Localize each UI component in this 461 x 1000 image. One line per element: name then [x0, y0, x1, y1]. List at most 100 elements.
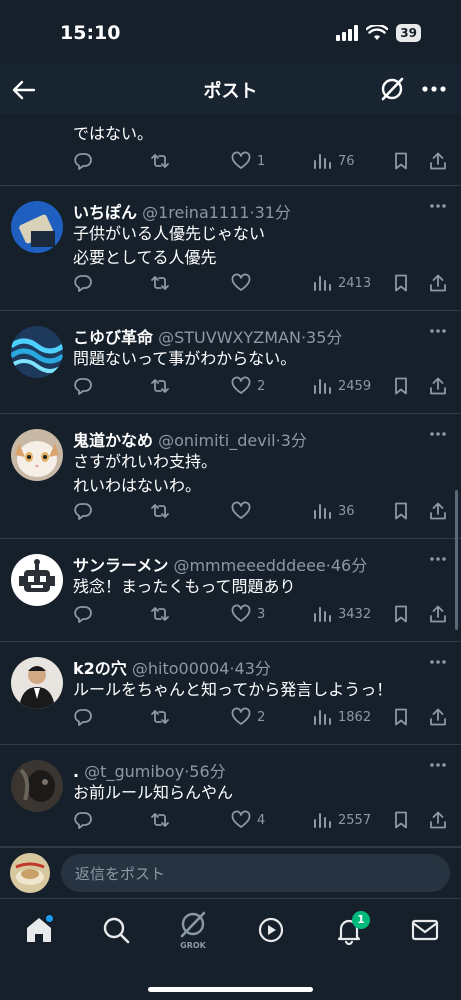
- repost-button[interactable]: [150, 149, 170, 173]
- avatar[interactable]: [11, 657, 63, 709]
- post-text-line: お前ルール知らんやん: [73, 783, 234, 802]
- bookmark-button[interactable]: [391, 808, 411, 832]
- avatar[interactable]: [11, 429, 63, 481]
- author-name[interactable]: k2の穴: [73, 659, 127, 678]
- like-button[interactable]: 4: [231, 808, 265, 832]
- author-name[interactable]: サンラーメン: [73, 556, 168, 575]
- bookmark-button[interactable]: [391, 705, 411, 729]
- more-icon[interactable]: [421, 78, 447, 100]
- like-button[interactable]: [231, 499, 257, 523]
- grok-icon[interactable]: [379, 76, 405, 102]
- author-name[interactable]: .: [73, 762, 79, 781]
- share-icon: [430, 377, 446, 395]
- search-icon[interactable]: [101, 915, 131, 945]
- reply-button[interactable]: [73, 271, 93, 295]
- views-button[interactable]: 36: [312, 499, 355, 523]
- reply-post[interactable]: 鬼道かなめ @onimiti_devil·3分 さすがれいわ支持。 れいわはないわ。…: [0, 414, 461, 539]
- views-button[interactable]: 1862: [312, 705, 371, 729]
- views-button[interactable]: 2459: [312, 374, 371, 398]
- author-handle[interactable]: @onimiti_devil: [158, 431, 275, 450]
- bookmark-button[interactable]: [391, 602, 411, 626]
- share-button[interactable]: [428, 602, 448, 626]
- repost-icon: [151, 813, 169, 827]
- reply-button[interactable]: [73, 499, 93, 523]
- reply-button[interactable]: [73, 602, 93, 626]
- reply-post[interactable]: k2の穴 @hito00004·43分 ルールをちゃんと知ってから発言しようっ！ 2…: [0, 642, 461, 745]
- repost-button[interactable]: [150, 705, 170, 729]
- author-name[interactable]: こゆび革命: [73, 328, 153, 347]
- views-button[interactable]: 76: [312, 149, 355, 173]
- more-icon[interactable]: [429, 556, 447, 562]
- views-button[interactable]: 3432: [312, 602, 371, 626]
- share-button[interactable]: [428, 499, 448, 523]
- reply-button[interactable]: [73, 149, 93, 173]
- repost-button[interactable]: [150, 374, 170, 398]
- views-icon: [314, 607, 331, 622]
- view-count: 76: [338, 153, 355, 169]
- like-button[interactable]: 3: [231, 602, 265, 626]
- share-button[interactable]: [428, 149, 448, 173]
- avatar[interactable]: [11, 760, 63, 812]
- grok-tab-icon[interactable]: [178, 909, 208, 939]
- share-button[interactable]: [428, 374, 448, 398]
- like-button[interactable]: 2: [231, 705, 265, 729]
- heart-icon: [231, 810, 251, 828]
- post-time: 56分: [189, 762, 226, 781]
- author-name[interactable]: いちぽん: [73, 203, 137, 222]
- author-handle[interactable]: @hito00004: [132, 659, 230, 678]
- post-actions: 4 2557: [73, 808, 461, 832]
- author-name[interactable]: 鬼道かなめ: [73, 431, 153, 450]
- share-button[interactable]: [428, 705, 448, 729]
- reply-button[interactable]: [73, 374, 93, 398]
- more-icon[interactable]: [429, 659, 447, 665]
- reply-post[interactable]: . @t_gumiboy·56分 お前ルール知らんやん 4 2557: [0, 745, 461, 848]
- reply-icon: [74, 812, 92, 829]
- reply-button[interactable]: [73, 705, 93, 729]
- mail-icon[interactable]: [410, 915, 440, 945]
- like-button[interactable]: [231, 271, 257, 295]
- partial-post[interactable]: ではない。 1 76: [0, 114, 461, 186]
- post-header: k2の穴 @hito00004·43分: [73, 655, 271, 679]
- reply-post[interactable]: サンラーメン @mmmeeedddeee·46分 残念！まったくもって問題あり 3 3…: [0, 539, 461, 642]
- video-icon[interactable]: [256, 915, 286, 945]
- view-count: 2413: [338, 275, 372, 291]
- reply-post[interactable]: いちぽん @1reina1111·31分 子供がいる人優先じゃない 必要としてる人優…: [0, 186, 461, 311]
- share-icon: [430, 811, 446, 829]
- repost-button[interactable]: [150, 499, 170, 523]
- post-time: 3分: [280, 431, 307, 450]
- bookmark-button[interactable]: [391, 499, 411, 523]
- post-text-line: 必要としてる人優先: [73, 248, 217, 267]
- like-button[interactable]: 1: [231, 149, 265, 173]
- avatar[interactable]: [11, 554, 63, 606]
- share-button[interactable]: [428, 808, 448, 832]
- views-button[interactable]: 2413: [312, 271, 371, 295]
- avatar[interactable]: [11, 201, 63, 253]
- post-text: ではない。: [73, 124, 154, 143]
- scrollbar[interactable]: [455, 490, 458, 630]
- tab-bar: GROK 1: [0, 898, 461, 1000]
- my-avatar: [10, 853, 50, 893]
- post-actions: 1 76: [73, 149, 461, 173]
- share-button[interactable]: [428, 271, 448, 295]
- bookmark-button[interactable]: [391, 271, 411, 295]
- reply-button[interactable]: [73, 808, 93, 832]
- bookmark-button[interactable]: [391, 149, 411, 173]
- more-icon[interactable]: [429, 762, 447, 768]
- author-handle[interactable]: @1reina1111: [142, 203, 249, 222]
- repost-button[interactable]: [150, 808, 170, 832]
- reply-post[interactable]: こゆび革命 @STUVWXYZMAN·35分 問題ないって事がわからない。 2 245…: [0, 311, 461, 414]
- more-icon[interactable]: [429, 203, 447, 209]
- author-handle[interactable]: @t_gumiboy: [84, 762, 184, 781]
- post-header: サンラーメン @mmmeeedddeee·46分: [73, 552, 367, 576]
- reply-input[interactable]: 返信をポスト: [61, 854, 450, 892]
- author-handle[interactable]: @STUVWXYZMAN: [158, 328, 301, 347]
- more-icon[interactable]: [429, 431, 447, 437]
- views-button[interactable]: 2557: [312, 808, 371, 832]
- like-button[interactable]: 2: [231, 374, 265, 398]
- author-handle[interactable]: @mmmeeedddeee: [173, 556, 325, 575]
- repost-button[interactable]: [150, 271, 170, 295]
- repost-button[interactable]: [150, 602, 170, 626]
- more-icon[interactable]: [429, 328, 447, 334]
- bookmark-button[interactable]: [391, 374, 411, 398]
- avatar[interactable]: [11, 326, 63, 378]
